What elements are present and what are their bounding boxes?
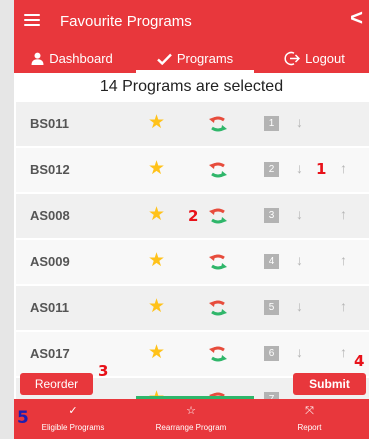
annotation-marker-2: 2 bbox=[188, 207, 199, 225]
favourite-star-icon[interactable]: ★ bbox=[148, 159, 165, 178]
tab-programs[interactable]: Programs bbox=[136, 44, 254, 73]
program-code: AS011 bbox=[30, 300, 70, 315]
checkmark-icon: ✓ bbox=[68, 405, 78, 417]
move-down-arrow-icon[interactable]: ↓ bbox=[296, 206, 303, 222]
move-up-arrow-icon[interactable]: ↑ bbox=[340, 298, 347, 314]
swap-icon[interactable] bbox=[208, 254, 228, 270]
swap-icon[interactable] bbox=[208, 116, 228, 132]
star-outline-icon: ☆ bbox=[186, 405, 196, 417]
swap-icon[interactable] bbox=[208, 162, 228, 178]
move-up-arrow-icon[interactable]: ↑ bbox=[340, 252, 347, 268]
swap-icon[interactable] bbox=[208, 346, 228, 362]
swap-icon[interactable] bbox=[208, 208, 228, 224]
move-up-arrow-icon[interactable]: ↑ bbox=[340, 344, 347, 360]
tab-logout[interactable]: Logout bbox=[260, 44, 369, 73]
tab-programs-label: Programs bbox=[176, 51, 234, 66]
annotation-marker-4: 4 bbox=[354, 352, 365, 370]
swap-icon[interactable] bbox=[208, 300, 228, 316]
program-row[interactable]: AS011 ★ 5 ↓ ↑ bbox=[16, 286, 369, 330]
bottom-nav: ✓ Eligible Programs ☆ Rearrange Program … bbox=[14, 396, 369, 439]
bottom-tab-report[interactable]: ⤧ Report bbox=[250, 399, 369, 439]
position-badge: 2 bbox=[264, 162, 279, 177]
program-code: BS011 bbox=[30, 116, 70, 131]
position-badge: 4 bbox=[264, 254, 279, 269]
program-row[interactable]: BS012 ★ 2 ↓ 1 ↑ bbox=[16, 148, 369, 192]
move-down-arrow-icon[interactable]: ↓ bbox=[296, 160, 303, 176]
top-nav: Dashboard Programs Logout bbox=[14, 44, 369, 73]
program-row[interactable]: AS009 ★ 4 ↓ ↑ bbox=[16, 240, 369, 284]
checkmark-icon bbox=[156, 53, 172, 65]
bottom-tab-rearrange-program[interactable]: ☆ Rearrange Program bbox=[132, 399, 250, 439]
app-screen: Favourite Programs < Dashboard Programs … bbox=[14, 0, 369, 439]
page-title: Favourite Programs bbox=[60, 13, 192, 30]
user-icon bbox=[31, 52, 44, 65]
back-icon[interactable]: < bbox=[350, 7, 363, 29]
favourite-star-icon[interactable]: ★ bbox=[148, 297, 165, 316]
position-badge: 1 bbox=[264, 116, 279, 131]
program-code: AS008 bbox=[30, 208, 70, 223]
favourite-star-icon[interactable]: ★ bbox=[148, 205, 165, 224]
program-row[interactable]: AS008 ★ 2 3 ↓ ↑ bbox=[16, 194, 369, 238]
position-badge: 5 bbox=[264, 300, 279, 315]
program-row[interactable]: BS011 ★ 1 ↓ bbox=[16, 102, 369, 146]
program-row[interactable]: AS017 ★ 6 ↓ ↑ bbox=[16, 332, 369, 376]
move-down-arrow-icon[interactable]: ↓ bbox=[296, 252, 303, 268]
tab-dashboard-label: Dashboard bbox=[49, 51, 113, 66]
program-code: BS012 bbox=[30, 162, 70, 177]
tab-logout-label: Logout bbox=[305, 51, 345, 66]
bottom-tab-eligible-programs[interactable]: ✓ Eligible Programs bbox=[14, 399, 132, 439]
move-up-arrow-icon[interactable]: ↑ bbox=[340, 160, 347, 176]
bottom-tab-label: Rearrange Program bbox=[155, 423, 227, 432]
bottom-tab-label: Eligible Programs bbox=[41, 423, 105, 432]
hamburger-menu-icon[interactable] bbox=[24, 14, 40, 27]
move-down-arrow-icon[interactable]: ↓ bbox=[296, 298, 303, 314]
annotation-marker-5: 5 bbox=[17, 408, 29, 428]
app-bar: Favourite Programs < bbox=[14, 0, 369, 44]
selected-count: 14 Programs are selected bbox=[99, 78, 284, 95]
move-up-arrow-icon[interactable]: ↑ bbox=[340, 206, 347, 222]
report-icon: ⤧ bbox=[305, 405, 314, 417]
reorder-button[interactable]: Reorder bbox=[20, 373, 93, 395]
move-down-arrow-icon[interactable]: ↓ bbox=[296, 344, 303, 360]
tab-dashboard[interactable]: Dashboard bbox=[14, 44, 130, 73]
annotation-marker-3: 3 bbox=[98, 362, 109, 380]
annotation-marker-1: 1 bbox=[316, 160, 327, 178]
program-code: AS017 bbox=[30, 346, 70, 361]
logout-icon bbox=[284, 51, 301, 66]
position-badge: 6 bbox=[264, 346, 279, 361]
move-down-arrow-icon[interactable]: ↓ bbox=[296, 114, 303, 130]
favourite-star-icon[interactable]: ★ bbox=[148, 343, 165, 362]
favourite-star-icon[interactable]: ★ bbox=[148, 113, 165, 132]
bottom-tab-label: Report bbox=[297, 423, 322, 432]
program-code: AS009 bbox=[30, 254, 70, 269]
favourite-star-icon[interactable]: ★ bbox=[148, 251, 165, 270]
position-badge: 3 bbox=[264, 208, 279, 223]
submit-button[interactable]: Submit bbox=[293, 373, 366, 395]
